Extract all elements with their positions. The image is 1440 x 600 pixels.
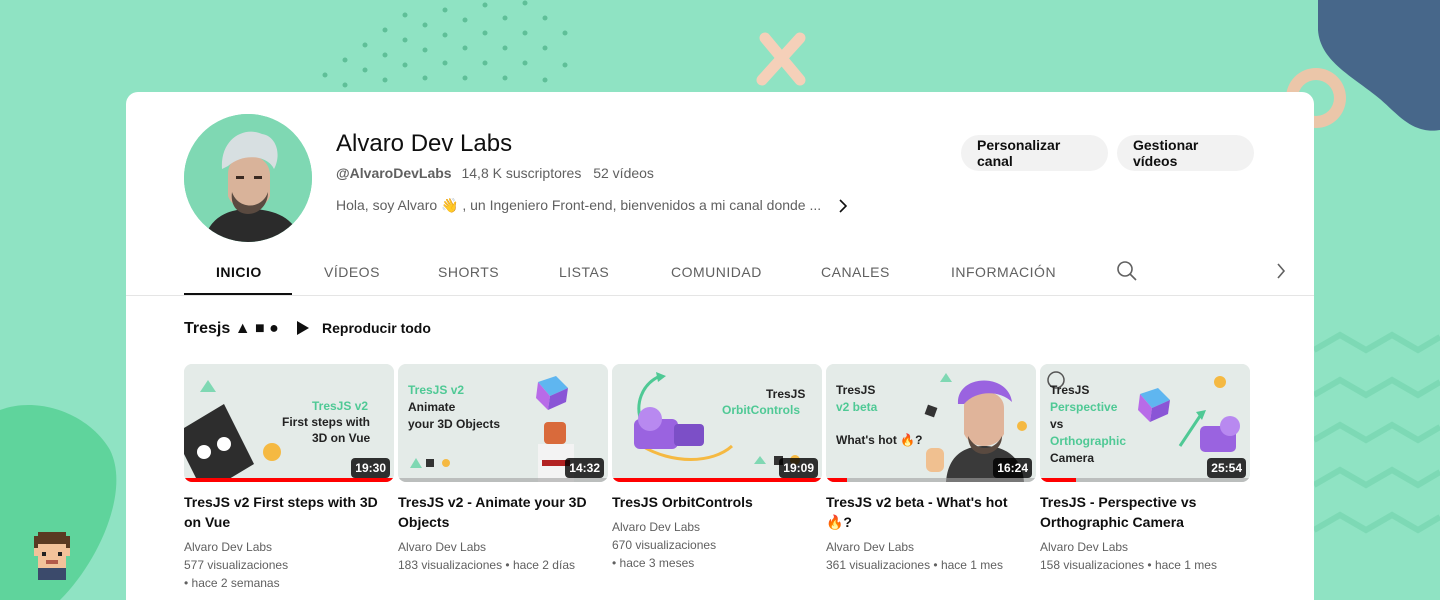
tab-community[interactable]: COMUNIDAD xyxy=(671,264,762,280)
subscriber-count: 14,8 K suscriptores xyxy=(461,165,582,181)
video-channel[interactable]: Alvaro Dev Labs xyxy=(184,538,394,556)
watch-progress-bar xyxy=(826,478,1036,482)
video-count: 52 vídeos xyxy=(593,165,654,181)
video-title[interactable]: TresJS v2 First steps with 3D on Vue xyxy=(184,492,394,532)
video-card[interactable]: TresJS v2 beta What's hot 🔥? 16:24 TresJ… xyxy=(826,364,1036,574)
video-age: • hace 2 semanas xyxy=(184,576,280,590)
channel-name: Alvaro Dev Labs xyxy=(336,130,513,157)
video-channel[interactable]: Alvaro Dev Labs xyxy=(1040,538,1250,556)
video-duration: 16:24 xyxy=(993,458,1032,478)
thumbnail-line: TresJS xyxy=(836,383,876,397)
thumbnail-line: Animate xyxy=(408,400,456,414)
thumbnail-line: First steps with xyxy=(282,415,371,429)
video-card[interactable]: TresJS Perspective vs Orthographic Camer… xyxy=(1040,364,1250,574)
tab-channels[interactable]: CANALES xyxy=(821,264,890,280)
manage-videos-button[interactable]: Gestionar vídeos xyxy=(1117,135,1254,171)
thumbnail-line: TresJS xyxy=(766,387,806,401)
watch-progress-bar xyxy=(612,478,822,482)
watch-progress-fill xyxy=(1040,478,1076,482)
video-stats: 361 visualizaciones • hace 1 mes xyxy=(826,556,1036,574)
video-card[interactable]: TresJS OrbitControls 19:09 TresJS OrbitC… xyxy=(612,364,822,572)
video-title[interactable]: TresJS - Perspective vs Orthographic Cam… xyxy=(1040,492,1250,532)
watch-progress-fill xyxy=(826,478,847,482)
video-thumbnail[interactable]: TresJS Perspective vs Orthographic Camer… xyxy=(1040,364,1250,482)
chevron-right-icon[interactable] xyxy=(839,198,848,213)
video-duration: 14:32 xyxy=(565,458,604,478)
video-duration: 19:09 xyxy=(779,458,818,478)
video-views: 361 visualizaciones xyxy=(826,558,931,572)
thumbnail-line: TresJS xyxy=(1050,383,1090,397)
play-icon xyxy=(297,321,309,335)
channel-tabs: INICIO VÍDEOS SHORTS LISTAS COMUNIDAD CA… xyxy=(184,250,1314,296)
channel-handle: @AlvaroDevLabs xyxy=(336,165,452,181)
thumbnail-line: vs xyxy=(1050,417,1064,431)
video-stats: 183 visualizaciones • hace 2 días xyxy=(398,556,608,574)
watch-progress-fill xyxy=(612,478,822,482)
tab-playlists[interactable]: LISTAS xyxy=(559,264,609,280)
video-channel[interactable]: Alvaro Dev Labs xyxy=(826,538,1036,556)
video-age: • hace 1 mes xyxy=(933,558,1003,572)
thumbnail-line: Camera xyxy=(1050,451,1095,465)
video-views: 183 visualizaciones xyxy=(398,558,503,572)
tabs-divider xyxy=(126,295,1314,296)
watch-progress-bar xyxy=(1040,478,1250,482)
thumbnail-line: v2 beta xyxy=(836,400,878,414)
channel-description[interactable]: Hola, soy Alvaro 👋 , un Ingeniero Front-… xyxy=(336,197,848,214)
thumbnail-line: your 3D Objects xyxy=(408,417,501,431)
pixel-avatar-icon xyxy=(34,532,70,580)
thumbnail-line: 3D on Vue xyxy=(312,431,371,445)
video-card[interactable]: TresJS v2 First steps with 3D on Vue 19:… xyxy=(184,364,394,592)
play-all-button[interactable]: Reproducir todo xyxy=(296,320,431,336)
search-icon[interactable] xyxy=(1116,260,1138,282)
video-title[interactable]: TresJS v2 beta - What's hot 🔥? xyxy=(826,492,1036,532)
shelf-title[interactable]: Tresjs ▲ ■ ● xyxy=(184,320,279,338)
customize-channel-button[interactable]: Personalizar canal xyxy=(961,135,1108,171)
watch-progress-bar xyxy=(398,478,608,482)
video-age: • hace 2 días xyxy=(505,558,575,572)
channel-description-text: Hola, soy Alvaro 👋 , un Ingeniero Front-… xyxy=(336,197,822,213)
video-channel[interactable]: Alvaro Dev Labs xyxy=(398,538,608,556)
video-stats: 158 visualizaciones • hace 1 mes xyxy=(1040,556,1250,574)
thumbnail-line: Orthographic xyxy=(1050,434,1127,448)
chevron-right-icon[interactable] xyxy=(1276,263,1286,279)
watch-progress-bar xyxy=(184,478,394,482)
video-title[interactable]: TresJS OrbitControls xyxy=(612,492,822,512)
play-all-label: Reproducir todo xyxy=(322,320,431,336)
video-age: • hace 1 mes xyxy=(1147,558,1217,572)
video-views: 670 visualizaciones xyxy=(612,538,717,552)
thumbnail-line: What's hot 🔥? xyxy=(836,433,923,447)
video-card[interactable]: TresJS v2 Animate your 3D Objects 14:32 … xyxy=(398,364,608,574)
thumbnail-line: TresJS v2 xyxy=(312,399,369,413)
tab-videos[interactable]: VÍDEOS xyxy=(324,264,380,280)
watch-progress-fill xyxy=(184,478,394,482)
video-thumbnail[interactable]: TresJS v2 First steps with 3D on Vue 19:… xyxy=(184,364,394,482)
video-thumbnail[interactable]: TresJS v2 Animate your 3D Objects 14:32 xyxy=(398,364,608,482)
channel-page-card: Alvaro Dev Labs @AlvaroDevLabs 14,8 K su… xyxy=(126,92,1314,600)
tab-shorts[interactable]: SHORTS xyxy=(438,264,499,280)
video-thumbnail[interactable]: TresJS OrbitControls 19:09 xyxy=(612,364,822,482)
video-views: 577 visualizaciones xyxy=(184,558,289,572)
channel-meta: @AlvaroDevLabs 14,8 K suscriptores 52 ví… xyxy=(336,165,654,181)
thumbnail-line: TresJS v2 xyxy=(408,383,465,397)
video-thumbnail[interactable]: TresJS v2 beta What's hot 🔥? 16:24 xyxy=(826,364,1036,482)
video-views: 158 visualizaciones xyxy=(1040,558,1145,572)
thumbnail-line: OrbitControls xyxy=(722,403,800,417)
channel-avatar[interactable] xyxy=(184,114,312,242)
tab-about[interactable]: INFORMACIÓN xyxy=(951,264,1056,280)
video-title[interactable]: TresJS v2 - Animate your 3D Objects xyxy=(398,492,608,532)
video-channel[interactable]: Alvaro Dev Labs xyxy=(612,518,822,536)
video-duration: 25:54 xyxy=(1207,458,1246,478)
tab-home[interactable]: INICIO xyxy=(216,264,262,280)
video-duration: 19:30 xyxy=(351,458,390,478)
video-age: • hace 3 meses xyxy=(612,556,695,570)
thumbnail-line: Perspective xyxy=(1050,400,1118,414)
